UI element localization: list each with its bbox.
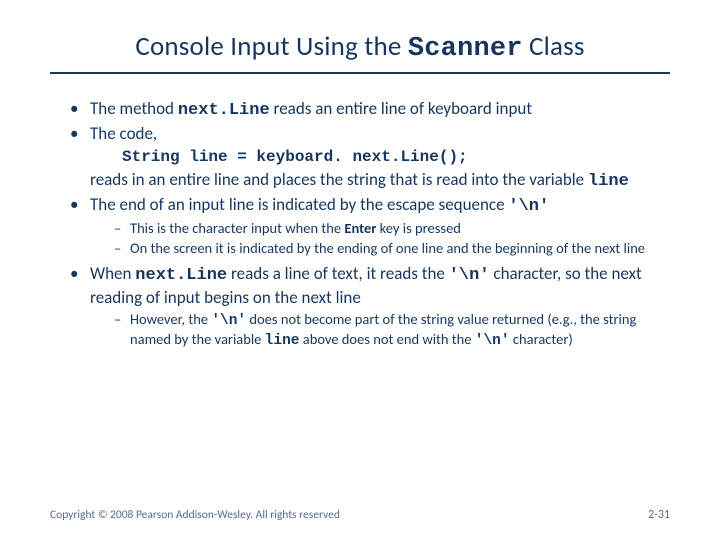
bullet-1: The method next.Line reads an entire lin… xyxy=(70,98,670,121)
b3-s1-bold: Enter xyxy=(344,219,376,237)
b1-pre: The method xyxy=(90,98,178,119)
title-post: Class xyxy=(523,30,585,63)
bullet-list: The method next.Line reads an entire lin… xyxy=(50,98,670,350)
b4-c1: next.Line xyxy=(135,266,227,285)
slide: Console Input Using the Scanner Class Th… xyxy=(0,0,720,540)
title-pre: Console Input Using the xyxy=(135,30,408,63)
b4-s1-post: character) xyxy=(510,330,573,348)
b4-sublist: However, the '\n' does not become part o… xyxy=(90,310,670,350)
b4-s1-c3: '\n' xyxy=(475,333,510,349)
bullet-3: The end of an input line is indicated by… xyxy=(70,194,670,258)
b4-sub1: However, the '\n' does not become part o… xyxy=(114,310,670,350)
b4-c2: '\n' xyxy=(449,266,490,285)
b3-sublist: This is the character input when the Ent… xyxy=(90,219,670,257)
b2-text: The code, xyxy=(90,123,157,144)
b4-s1-mid2: above does not end with the xyxy=(299,330,474,348)
b4-s1-c1: '\n' xyxy=(211,313,246,329)
b3-s1-pre: This is the character input when the xyxy=(130,219,344,237)
b4-pre: When xyxy=(90,263,135,284)
b3-code: '\n' xyxy=(508,197,549,216)
b3-sub1: This is the character input when the Ent… xyxy=(114,219,670,237)
b2-cont-code: line xyxy=(588,172,629,191)
b1-code: next.Line xyxy=(178,101,270,120)
b2-cont-pre: reads in an entire line and places the s… xyxy=(90,169,588,190)
b4-s1-pre: However, the xyxy=(130,310,211,328)
copyright-footer: Copyright © 2008 Pearson Addison-Wesley.… xyxy=(50,508,340,522)
code-line: String line = keyboard. next.Line(); xyxy=(122,147,670,167)
page-number: 2-31 xyxy=(648,508,670,522)
slide-title: Console Input Using the Scanner Class xyxy=(50,30,670,74)
b4-mid1: reads a line of text, it reads the xyxy=(227,263,449,284)
b4-s1-c2: line xyxy=(265,333,300,349)
title-code: Scanner xyxy=(408,34,523,64)
b3-sub2: On the screen it is indicated by the end… xyxy=(114,239,670,257)
b1-post: reads an entire line of keyboard input xyxy=(270,98,532,119)
b2-cont: reads in an entire line and places the s… xyxy=(90,169,670,192)
b3-s1-post: key is pressed xyxy=(376,219,461,237)
bullet-4: When next.Line reads a line of text, it … xyxy=(70,263,670,350)
bullet-2: The code, String line = keyboard. next.L… xyxy=(70,123,670,192)
b3-pre: The end of an input line is indicated by… xyxy=(90,194,508,215)
